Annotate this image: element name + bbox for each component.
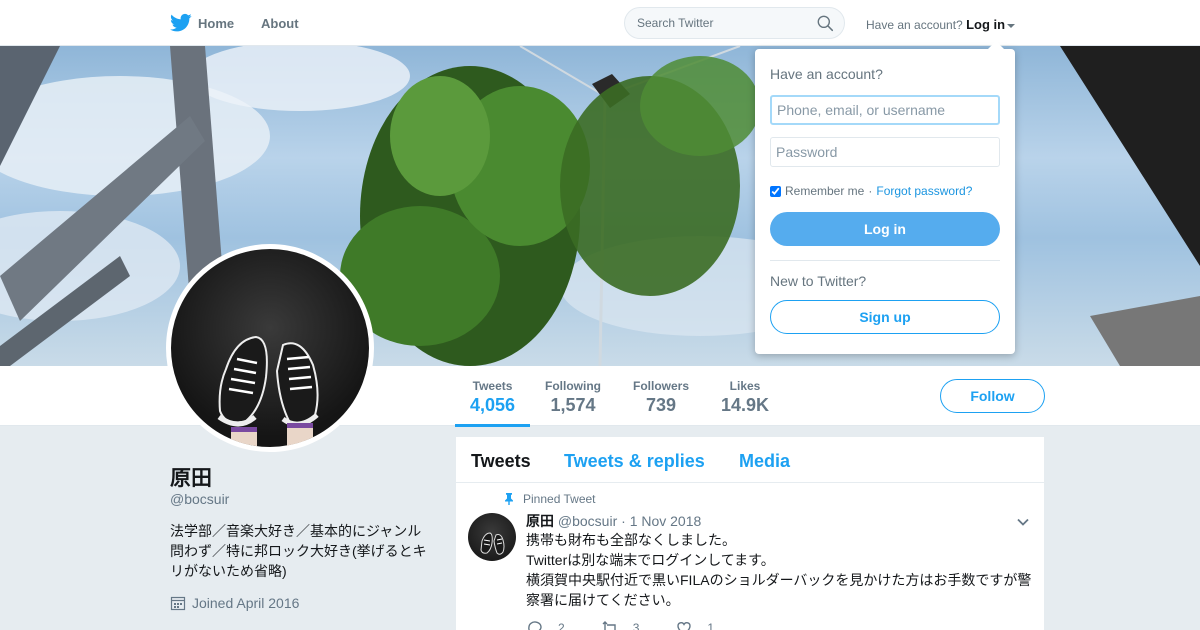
retweet-icon [602, 621, 616, 630]
pinned-tweet-text: Pinned Tweet [523, 492, 596, 506]
like-action[interactable]: 1 [675, 619, 714, 630]
stat-followers-value: 739 [645, 395, 677, 415]
stat-tweets-value: 4,056 [470, 395, 516, 415]
remember-me-row: Remember me · Forgot password? [770, 184, 972, 198]
follow-button[interactable]: Follow [940, 379, 1045, 413]
stat-following-label: Following [545, 379, 601, 393]
tweet-author-name[interactable]: 原田 [526, 513, 554, 529]
tweet-date[interactable]: 1 Nov 2018 [630, 513, 702, 529]
login-menu-toggle[interactable]: Log in [966, 17, 1005, 32]
pin-icon [505, 493, 513, 505]
search-box [624, 7, 845, 39]
profile-joined: Joined April 2016 [170, 595, 299, 611]
chevron-down-icon[interactable] [1016, 515, 1030, 529]
tweet-author-avatar[interactable] [468, 513, 516, 561]
login-dropdown-title: Have an account? [770, 66, 883, 82]
tweet-separator: · [621, 513, 626, 529]
account-prompt: Have an account? Log in [866, 17, 1016, 32]
nav-home-link[interactable]: Home [170, 13, 234, 33]
retweet-action[interactable]: 3 [601, 619, 640, 630]
caret-down-icon[interactable] [1007, 23, 1016, 28]
search-input[interactable] [625, 8, 805, 38]
dropdown-arrow [988, 41, 1004, 49]
remember-me-checkbox[interactable] [770, 185, 781, 197]
stat-likes[interactable]: Likes 14.9K [721, 379, 769, 416]
tweet-actions: 2 3 1 [526, 619, 714, 630]
dropdown-divider [770, 260, 1000, 261]
reply-action[interactable]: 2 [526, 619, 565, 630]
tweet-line: Twitterは別な端末でログインしてます。 [526, 552, 775, 568]
stat-tweets-label: Tweets [472, 379, 513, 393]
remember-separator: · [868, 184, 873, 198]
remember-me-label[interactable]: Remember me [785, 184, 864, 198]
tab-tweets[interactable]: Tweets [471, 451, 531, 472]
password-field[interactable] [770, 137, 1000, 167]
stat-likes-value: 14.9K [721, 395, 770, 415]
like-count: 1 [707, 621, 715, 630]
login-button[interactable]: Log in [770, 212, 1000, 246]
reply-icon [528, 621, 542, 630]
timeline: Tweets Tweets & replies Media Pinned Twe… [456, 437, 1044, 630]
signup-button[interactable]: Sign up [770, 300, 1000, 334]
calendar-icon [170, 596, 186, 611]
nav-home-label: Home [198, 15, 235, 31]
tweet-text: 携帯も財布も全部なくしました。 Twitterは別な端末でログインしてます。 横… [526, 530, 1036, 610]
profile-handle[interactable]: @bocsuir [170, 491, 229, 507]
avatar-image [217, 335, 319, 447]
tweet-line: 横須賀中央駅付近で黒いFILAのショルダーバックを見かけた方はお手数ですが警察署… [526, 572, 1032, 608]
new-to-twitter-text: New to Twitter? [770, 273, 867, 289]
tweet-author-handle[interactable]: @bocsuir [558, 513, 617, 529]
tweet-header: 原田 @bocsuir · 1 Nov 2018 [526, 511, 701, 531]
username-field[interactable] [770, 95, 1000, 125]
timeline-tabs: Tweets Tweets & replies Media [456, 437, 1044, 483]
login-dropdown: Have an account? Remember me · Forgot pa… [755, 41, 1015, 354]
profile-name[interactable]: 原田 [170, 462, 212, 492]
nav-about-link[interactable]: About [261, 16, 299, 31]
twitter-bird-icon [170, 13, 192, 32]
profile-bio: 法学部／音楽大好き／基本的にジャンル問わず／特に邦ロック大好き(挙げるとキリがな… [170, 523, 427, 579]
stat-followers[interactable]: Followers 739 [633, 379, 689, 416]
account-prompt-text: Have an account? [866, 18, 963, 32]
tab-tweets-replies[interactable]: Tweets & replies [564, 451, 705, 472]
forgot-password-link[interactable]: Forgot password? [876, 184, 972, 198]
tweet-avatar-image [480, 532, 505, 555]
stat-followers-label: Followers [633, 379, 690, 393]
stat-following-value: 1,574 [550, 395, 596, 415]
heart-icon [677, 622, 692, 630]
reply-count: 2 [558, 621, 565, 630]
profile-joined-text: Joined April 2016 [192, 595, 300, 611]
pinned-tweet-label: Pinned Tweet [503, 492, 596, 506]
stat-following[interactable]: Following 1,574 [545, 379, 601, 416]
profile-avatar[interactable] [166, 244, 374, 452]
tweet-line: 携帯も財布も全部なくしました。 [526, 532, 736, 548]
stat-likes-label: Likes [729, 379, 761, 393]
search-icon[interactable] [817, 15, 834, 32]
retweet-count: 3 [632, 621, 640, 630]
tab-media[interactable]: Media [739, 451, 790, 472]
top-navigation-bar: Home About Have an account? Log in [0, 0, 1200, 46]
stat-tweets[interactable]: Tweets 4,056 [454, 379, 531, 427]
